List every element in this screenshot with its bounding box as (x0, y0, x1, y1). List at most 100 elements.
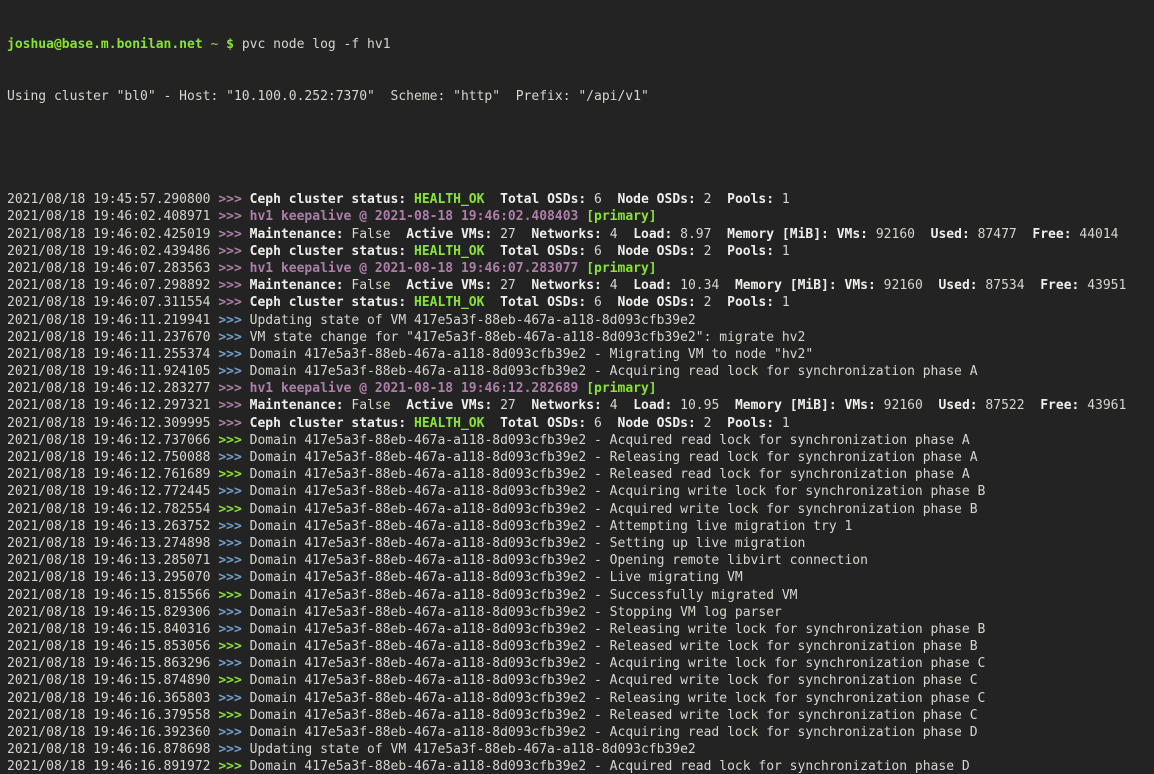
log-message-segment: 6 (586, 244, 617, 259)
log-timestamp: 2021/08/18 19:46:07.298892 (7, 278, 218, 293)
log-line: 2021/08/18 19:46:12.772445 >>> Domain 41… (7, 483, 1154, 500)
log-timestamp: 2021/08/18 19:46:13.274898 (7, 536, 218, 551)
log-message-segment: False (344, 398, 407, 413)
log-message-segment: hv1 keepalive @ 2021-08-18 19:46:02.4084… (250, 209, 587, 224)
log-line: 2021/08/18 19:46:15.829306 >>> Domain 41… (7, 604, 1154, 621)
log-chevron-icon: >>> (218, 347, 249, 362)
log-message-segment: 27 (492, 227, 531, 242)
log-message-segment: 4 (602, 227, 633, 242)
log-chevron-icon: >>> (218, 209, 249, 224)
log-timestamp: 2021/08/18 19:46:11.924105 (7, 364, 218, 379)
log-line: 2021/08/18 19:46:11.237670 >>> VM state … (7, 329, 1154, 346)
log-message-segment: Free: (1040, 278, 1079, 293)
log-timestamp: 2021/08/18 19:46:16.878698 (7, 742, 218, 757)
log-message-segment: HEALTH_OK (414, 416, 484, 431)
log-line: 2021/08/18 19:46:16.392360 >>> Domain 41… (7, 724, 1154, 741)
log-line: 2021/08/18 19:46:07.298892 >>> Maintenan… (7, 277, 1154, 294)
log-message-segment: Pools: (727, 295, 774, 310)
log-message-segment: 1 (774, 295, 790, 310)
log-message-segment: 2 (696, 416, 727, 431)
log-timestamp: 2021/08/18 19:46:02.439486 (7, 244, 218, 259)
log-message-segment: Pools: (727, 244, 774, 259)
log-message-segment: 87522 (978, 398, 1041, 413)
log-chevron-icon: >>> (218, 639, 249, 654)
log-message-segment: 27 (492, 278, 531, 293)
log-message-segment (484, 295, 500, 310)
log-message-segment: HEALTH_OK (414, 295, 484, 310)
log-message-segment: 6 (586, 416, 617, 431)
log-timestamp: 2021/08/18 19:46:16.365803 (7, 691, 218, 706)
log-message-segment: 6 (586, 192, 617, 207)
log-timestamp: 2021/08/18 19:46:12.782554 (7, 502, 218, 517)
log-message-segment: 10.95 (672, 398, 735, 413)
cluster-info-line: Using cluster "bl0" - Host: "10.100.0.25… (7, 88, 1154, 105)
log-timestamp: 2021/08/18 19:46:15.840316 (7, 622, 218, 637)
log-chevron-icon: >>> (218, 673, 249, 688)
log-message-segment: Domain 417e5a3f-88eb-467a-a118-8d093cfb3… (250, 536, 806, 551)
log-message-segment: Networks: (531, 227, 601, 242)
log-message-segment: Maintenance: (250, 278, 344, 293)
log-message-segment: 2 (696, 244, 727, 259)
log-line: 2021/08/18 19:46:12.309995 >>> Ceph clus… (7, 415, 1154, 432)
log-message-segment: 87534 (978, 278, 1041, 293)
log-line: 2021/08/18 19:46:13.263752 >>> Domain 41… (7, 518, 1154, 535)
log-chevron-icon: >>> (218, 278, 249, 293)
log-message-segment: 27 (492, 398, 531, 413)
log-message-segment: False (344, 278, 407, 293)
log-message-segment: Domain 417e5a3f-88eb-467a-a118-8d093cfb3… (250, 588, 798, 603)
log-message-segment: Domain 417e5a3f-88eb-467a-a118-8d093cfb3… (250, 484, 986, 499)
log-message-segment: Networks: (531, 278, 601, 293)
log-message-segment: Domain 417e5a3f-88eb-467a-a118-8d093cfb3… (250, 433, 970, 448)
log-message-segment: VM state change for "417e5a3f-88eb-467a-… (250, 330, 806, 345)
log-message-segment: [primary] (586, 381, 656, 396)
log-line: 2021/08/18 19:46:16.365803 >>> Domain 41… (7, 690, 1154, 707)
log-message-segment: Ceph cluster status: (250, 416, 407, 431)
log-line: 2021/08/18 19:46:12.737066 >>> Domain 41… (7, 432, 1154, 449)
log-timestamp: 2021/08/18 19:46:07.311554 (7, 295, 218, 310)
log-line: 2021/08/18 19:46:11.924105 >>> Domain 41… (7, 363, 1154, 380)
log-line: 2021/08/18 19:46:15.815566 >>> Domain 41… (7, 587, 1154, 604)
log-message-segment: False (344, 227, 407, 242)
log-chevron-icon: >>> (218, 416, 249, 431)
log-message-segment: Used: (938, 398, 977, 413)
log-message-segment: [primary] (586, 209, 656, 224)
log-timestamp: 2021/08/18 19:46:15.863296 (7, 656, 218, 671)
log-chevron-icon: >>> (218, 313, 249, 328)
log-message-segment: Ceph cluster status: (250, 192, 407, 207)
log-timestamp: 2021/08/18 19:46:02.408971 (7, 209, 218, 224)
log-message-segment (406, 295, 414, 310)
log-line: 2021/08/18 19:46:07.283563 >>> hv1 keepa… (7, 260, 1154, 277)
log-chevron-icon: >>> (218, 433, 249, 448)
log-message-segment: Memory [MiB]: VMs: (727, 227, 868, 242)
log-message-segment (484, 416, 500, 431)
log-message-segment: Domain 417e5a3f-88eb-467a-a118-8d093cfb3… (250, 759, 970, 774)
log-message-segment: Updating state of VM 417e5a3f-88eb-467a-… (250, 742, 696, 757)
log-message-segment: Free: (1040, 398, 1079, 413)
log-message-segment: Load: (633, 398, 672, 413)
log-message-segment: Ceph cluster status: (250, 295, 407, 310)
log-line: 2021/08/18 19:46:16.891972 >>> Domain 41… (7, 758, 1154, 774)
log-message-segment: Used: (938, 278, 977, 293)
log-message-segment: Networks: (531, 398, 601, 413)
log-message-segment: Node OSDs: (618, 416, 696, 431)
log-line: 2021/08/18 19:46:15.874890 >>> Domain 41… (7, 672, 1154, 689)
log-chevron-icon: >>> (218, 519, 249, 534)
log-message-segment: 92160 (876, 278, 939, 293)
log-message-segment: Updating state of VM 417e5a3f-88eb-467a-… (250, 313, 696, 328)
terminal-screen[interactable]: joshua@base.m.bonilan.net ~ $ pvc node l… (0, 0, 1154, 774)
log-timestamp: 2021/08/18 19:46:11.255374 (7, 347, 218, 362)
log-line: 2021/08/18 19:46:16.379558 >>> Domain 41… (7, 707, 1154, 724)
log-line: 2021/08/18 19:46:11.219941 >>> Updating … (7, 312, 1154, 329)
log-message-segment: 43951 (1079, 278, 1126, 293)
log-output: 2021/08/18 19:45:57.290800 >>> Ceph clus… (7, 191, 1154, 774)
log-message-segment (484, 192, 500, 207)
log-timestamp: 2021/08/18 19:46:13.295070 (7, 570, 218, 585)
log-message-segment: HEALTH_OK (414, 192, 484, 207)
log-line: 2021/08/18 19:46:02.439486 >>> Ceph clus… (7, 243, 1154, 260)
log-chevron-icon: >>> (218, 570, 249, 585)
log-timestamp: 2021/08/18 19:46:11.237670 (7, 330, 218, 345)
log-message-segment: 44014 (1072, 227, 1119, 242)
log-message-segment: 92160 (876, 398, 939, 413)
log-message-segment: 8.97 (672, 227, 727, 242)
log-timestamp: 2021/08/18 19:46:12.772445 (7, 484, 218, 499)
